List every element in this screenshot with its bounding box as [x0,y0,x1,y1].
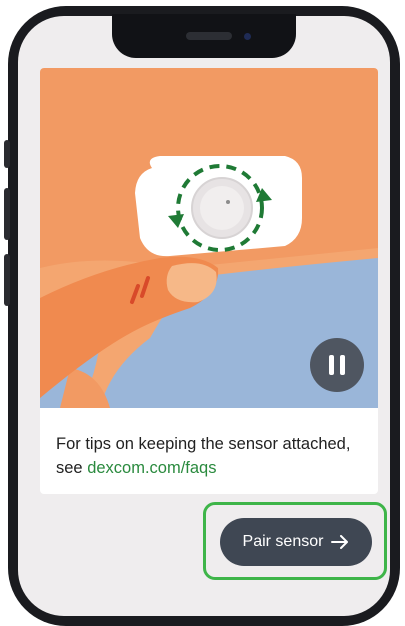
sensor-tip-text: For tips on keeping the sensor attached,… [56,432,366,480]
phone-mute-switch [4,140,10,168]
phone-volume-up [4,188,10,240]
pause-icon [329,355,334,375]
phone-camera [244,33,251,40]
pair-sensor-label: Pair sensor [242,533,324,550]
phone-speaker [186,32,232,40]
instruction-card: For tips on keeping the sensor attached,… [40,68,378,494]
faqs-link[interactable]: dexcom.com/faqs [87,459,216,477]
arrow-right-icon [331,535,349,549]
pause-icon-bar [340,355,345,375]
sensor-marker [226,200,230,204]
pause-button[interactable] [310,338,364,392]
phone-volume-down [4,254,10,306]
sensor-top [200,186,244,230]
pair-sensor-button[interactable]: Pair sensor [220,518,372,566]
